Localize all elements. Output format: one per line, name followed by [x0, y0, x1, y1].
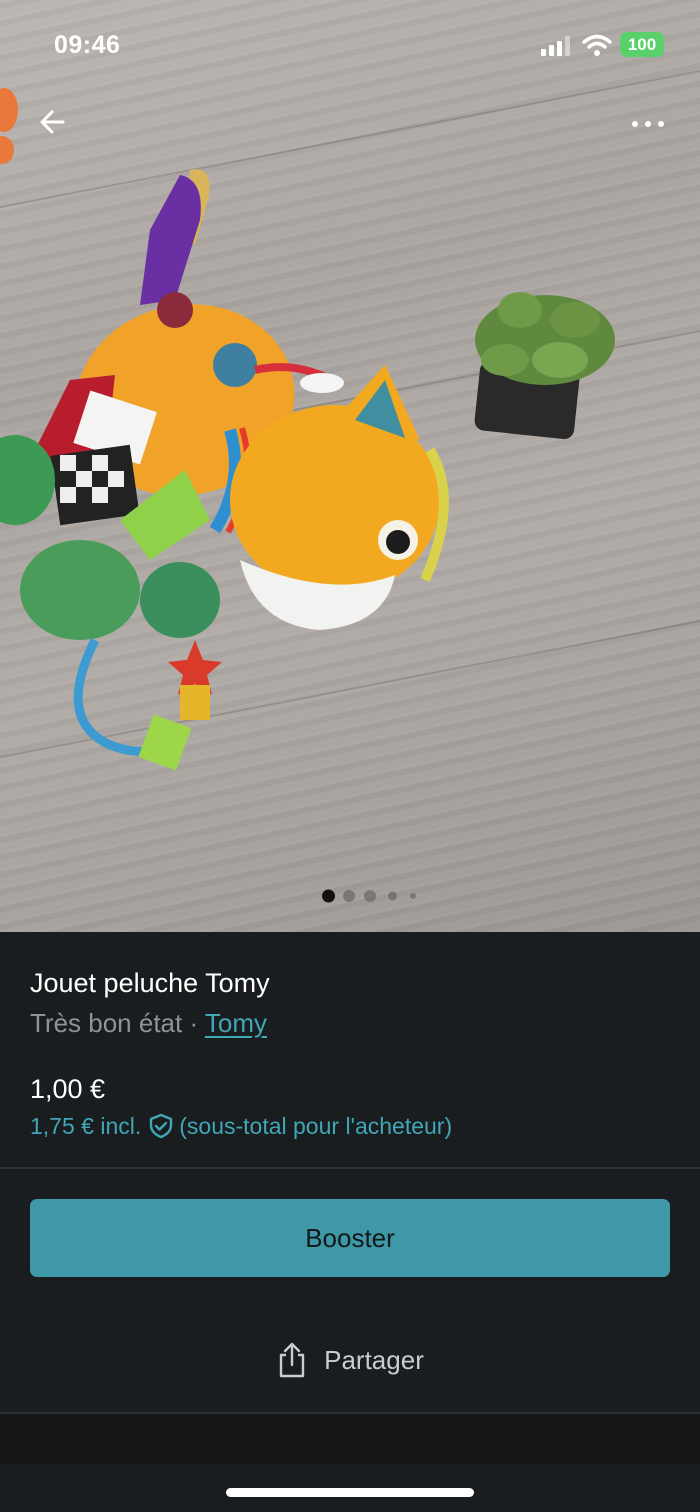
home-indicator[interactable] — [226, 1488, 474, 1497]
cellular-signal-icon — [541, 36, 571, 56]
plush-toy-illustration — [0, 88, 615, 771]
product-photo[interactable]: 09:46 100 — [0, 0, 700, 932]
buyer-price-line[interactable]: 1,75 € incl. (sous-total pour l'acheteur… — [30, 1112, 452, 1140]
buyer-price-note: (sous-total pour l'acheteur) — [179, 1112, 453, 1139]
more-options-button[interactable] — [622, 104, 674, 144]
status-time: 09:46 — [54, 31, 121, 59]
listing-info: Jouet peluche Tomy Très bon état · Tomy … — [0, 932, 700, 1168]
pagination-dot-active[interactable] — [322, 889, 335, 903]
share-button[interactable]: Partager — [0, 1318, 700, 1402]
battery-indicator: 100 — [620, 32, 664, 57]
separator: · — [182, 1008, 205, 1038]
listing-price: 1,00 € — [30, 1074, 106, 1104]
pagination-dot[interactable] — [388, 891, 397, 901]
pagination-dot[interactable] — [343, 890, 355, 902]
listing-title: Jouet peluche Tomy — [30, 968, 270, 998]
buyer-price: 1,75 € incl. — [30, 1112, 142, 1139]
photo-pagination[interactable] — [0, 888, 700, 904]
pagination-dot[interactable] — [410, 893, 416, 899]
condition-text: Très bon état — [30, 1008, 183, 1038]
share-label: Partager — [324, 1344, 424, 1375]
pagination-dot[interactable] — [364, 890, 376, 902]
arrow-left-icon — [40, 110, 65, 134]
status-bar: 09:46 100 — [0, 0, 700, 90]
more-horizontal-icon — [632, 121, 638, 127]
share-icon — [279, 1342, 305, 1378]
booster-button[interactable]: Booster — [30, 1199, 670, 1277]
back-button[interactable] — [30, 100, 74, 144]
buyer-protection-shield-icon — [150, 1113, 173, 1139]
brand-link[interactable]: Tomy — [205, 1008, 267, 1038]
wifi-icon — [582, 34, 612, 56]
item-detail-screen: 09:46 100 Jouet peluche Tomy Très bon ét… — [0, 0, 700, 1512]
bottom-bar — [0, 1414, 700, 1464]
listing-subtitle: Très bon état · Tomy — [30, 1008, 267, 1039]
divider — [0, 1167, 700, 1169]
